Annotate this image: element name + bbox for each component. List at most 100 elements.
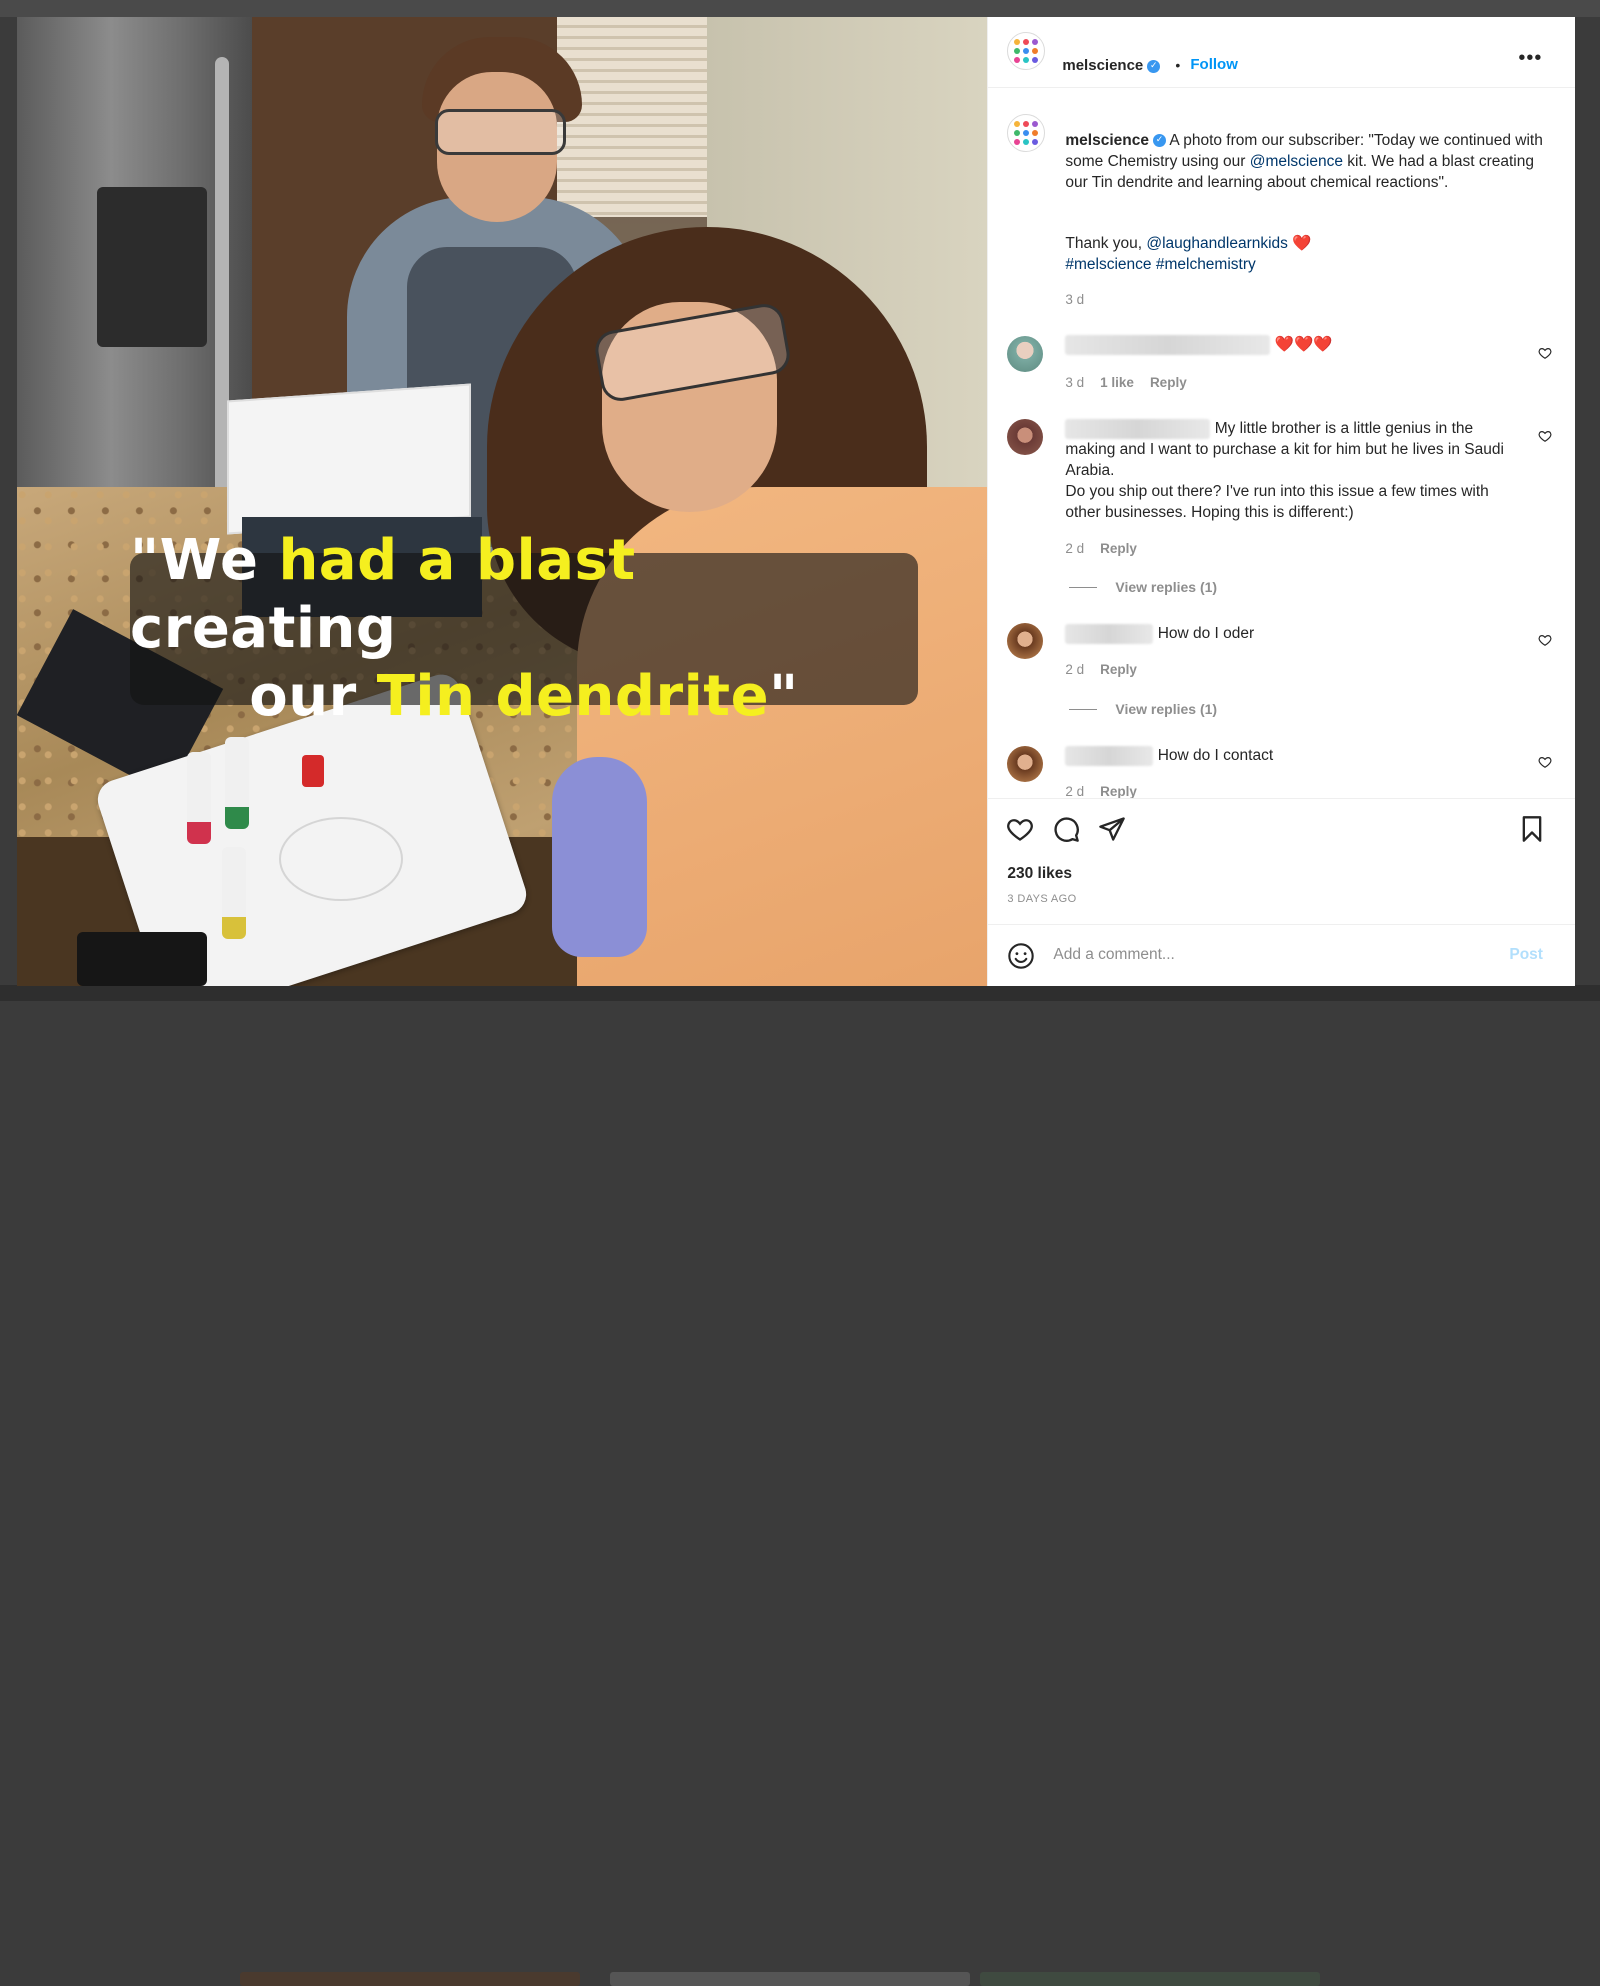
commenter-avatar[interactable] bbox=[1007, 623, 1044, 659]
comment-2-meta: 2 d Reply bbox=[1065, 541, 1137, 556]
comment-text: How do I contact bbox=[1157, 747, 1274, 764]
photo-shutter bbox=[557, 17, 707, 217]
comment-1-body: ❤️❤️❤️ bbox=[1065, 334, 1333, 355]
blurred-username[interactable] bbox=[1065, 623, 1154, 644]
comment-3-meta: 2 d Reply bbox=[1065, 662, 1137, 677]
comment-like-heart-icon[interactable] bbox=[1538, 346, 1552, 360]
caption-text: " bbox=[769, 664, 799, 729]
caption-avatar[interactable] bbox=[1007, 114, 1046, 152]
background-thumbnail bbox=[980, 1972, 1320, 1986]
comment-likes-link[interactable]: 1 like bbox=[1100, 375, 1134, 390]
photo-caption-overlay: "We had a blast creating our Tin dendrit… bbox=[130, 528, 918, 729]
comment-time[interactable]: 2 d bbox=[1065, 541, 1084, 556]
save-bookmark-icon[interactable] bbox=[1518, 815, 1546, 843]
background-top-bar bbox=[0, 0, 1600, 17]
comment-text: making and I want to purchase a kit for … bbox=[1065, 441, 1504, 479]
comment-like-heart-icon[interactable] bbox=[1538, 429, 1552, 443]
post-timestamp[interactable]: 3 DAYS AGO bbox=[1007, 893, 1076, 905]
comment-text: ❤️❤️❤️ bbox=[1274, 336, 1333, 353]
comment-text: My little brother is a little genius in … bbox=[1214, 420, 1474, 437]
comment-bubble-icon[interactable] bbox=[1052, 815, 1080, 843]
photo-goggles bbox=[435, 109, 566, 155]
blurred-username[interactable] bbox=[1065, 745, 1154, 766]
caption-text: our bbox=[249, 664, 377, 729]
add-comment-input[interactable]: Add a comment... bbox=[1053, 946, 1174, 964]
melscience-logo-icon bbox=[1014, 121, 1039, 145]
like-heart-icon[interactable] bbox=[1006, 815, 1034, 843]
photo-glove bbox=[552, 757, 647, 957]
view-replies-line bbox=[1069, 709, 1098, 710]
commenter-avatar[interactable] bbox=[1007, 746, 1044, 782]
background-thumbnail bbox=[240, 1972, 580, 1986]
caption-text: "We bbox=[130, 528, 279, 593]
comment-time[interactable]: 3 d bbox=[1065, 375, 1084, 390]
caption-thanks-mention-link[interactable]: @laughandlearnkids bbox=[1146, 235, 1288, 252]
caption-username[interactable]: melscience bbox=[1065, 132, 1149, 149]
blurred-username[interactable] bbox=[1065, 418, 1211, 439]
comment-4-body: How do I contact bbox=[1065, 745, 1273, 766]
photo-bottle-green bbox=[225, 737, 249, 829]
more-options-icon[interactable]: ••• bbox=[1518, 47, 1542, 70]
background-thumbnail bbox=[610, 1972, 970, 1986]
post-side-panel: melscience ✓ • Follow ••• melscience ✓ A p… bbox=[987, 17, 1576, 987]
photo-bottle-yellow bbox=[222, 847, 246, 939]
header-username-link[interactable]: melscience ✓ bbox=[1062, 57, 1161, 74]
caption-highlight: Tin dendrite bbox=[376, 664, 770, 729]
photo-red-cap bbox=[302, 755, 324, 787]
caption-thanks-text: Thank you, bbox=[1065, 235, 1147, 252]
photo-kit-box bbox=[227, 383, 471, 535]
verified-badge-icon: ✓ bbox=[1152, 134, 1166, 148]
caption-block: melscience ✓ A photo from our subscriber:… bbox=[1065, 130, 1545, 193]
caption-text: creating bbox=[130, 596, 397, 661]
comment-3-body: How do I oder bbox=[1065, 623, 1254, 644]
comments-list[interactable]: melscience ✓ A photo from our subscriber:… bbox=[988, 88, 1575, 798]
comment-time[interactable]: 2 d bbox=[1065, 784, 1084, 798]
red-heart-emoji: ❤️ bbox=[1292, 235, 1312, 252]
post-modal: "We had a blast creating our Tin dendrit… bbox=[17, 17, 1576, 987]
blurred-username[interactable] bbox=[1065, 334, 1271, 355]
photo-battery-holder bbox=[77, 932, 207, 986]
caption-time[interactable]: 3 d bbox=[1065, 292, 1084, 307]
reply-button[interactable]: Reply bbox=[1100, 784, 1137, 798]
reply-button[interactable]: Reply bbox=[1150, 375, 1187, 390]
post-actions: 230 likes 3 DAYS AGO bbox=[988, 798, 1576, 925]
commenter-avatar[interactable] bbox=[1007, 419, 1044, 455]
header-separator: • bbox=[1175, 57, 1181, 73]
caption-highlight: had a blast bbox=[278, 528, 636, 593]
caption-mention-link[interactable]: @melscience bbox=[1250, 153, 1343, 170]
share-paper-plane-icon[interactable] bbox=[1098, 815, 1126, 843]
commenter-avatar[interactable] bbox=[1007, 336, 1044, 372]
comment-time[interactable]: 2 d bbox=[1065, 662, 1084, 677]
photo-fridge-dispenser bbox=[97, 187, 207, 347]
emoji-smiley-icon[interactable] bbox=[1007, 942, 1035, 970]
likes-count[interactable]: 230 likes bbox=[1007, 865, 1072, 883]
view-replies-button[interactable]: View replies (1) bbox=[1115, 579, 1217, 595]
comment-like-heart-icon[interactable] bbox=[1538, 755, 1552, 769]
comment-1-meta: 3 d 1 like Reply bbox=[1065, 375, 1186, 390]
hashtag-link[interactable]: #melscience bbox=[1065, 256, 1151, 273]
photo-caption-line-1: "We had a blast creating bbox=[130, 527, 918, 663]
melscience-logo-icon bbox=[1014, 39, 1039, 63]
caption-thanks: Thank you, @laughandlearnkids ❤️ #melsci… bbox=[1065, 233, 1545, 275]
verified-badge-icon: ✓ bbox=[1147, 59, 1161, 73]
background-feed-strip bbox=[0, 985, 1600, 1986]
comment-text: How do I oder bbox=[1157, 625, 1255, 642]
post-comment-button[interactable]: Post bbox=[1509, 946, 1543, 964]
photo-caption-line-2: our Tin dendrite" bbox=[249, 663, 798, 731]
reply-button[interactable]: Reply bbox=[1100, 541, 1137, 556]
view-replies-button[interactable]: View replies (1) bbox=[1115, 701, 1217, 717]
profile-avatar[interactable] bbox=[1007, 32, 1046, 70]
post-header: melscience ✓ • Follow ••• bbox=[988, 17, 1576, 88]
comment-like-heart-icon[interactable] bbox=[1538, 633, 1552, 647]
view-replies-line bbox=[1069, 587, 1098, 588]
photo-petri-dish bbox=[279, 817, 403, 901]
reply-button[interactable]: Reply bbox=[1100, 662, 1137, 677]
hashtag-link[interactable]: #melchemistry bbox=[1156, 256, 1256, 273]
comment-text: Do you ship out there? I've run into thi… bbox=[1065, 483, 1489, 521]
header-username[interactable]: melscience bbox=[1062, 57, 1143, 74]
add-comment-bar: Add a comment... Post bbox=[988, 924, 1576, 987]
follow-button[interactable]: Follow bbox=[1190, 56, 1238, 73]
post-photo[interactable]: "We had a blast creating our Tin dendrit… bbox=[17, 17, 988, 986]
comment-4-meta: 2 d Reply bbox=[1065, 784, 1137, 798]
comment-2-body: My little brother is a little genius in … bbox=[1065, 418, 1525, 523]
